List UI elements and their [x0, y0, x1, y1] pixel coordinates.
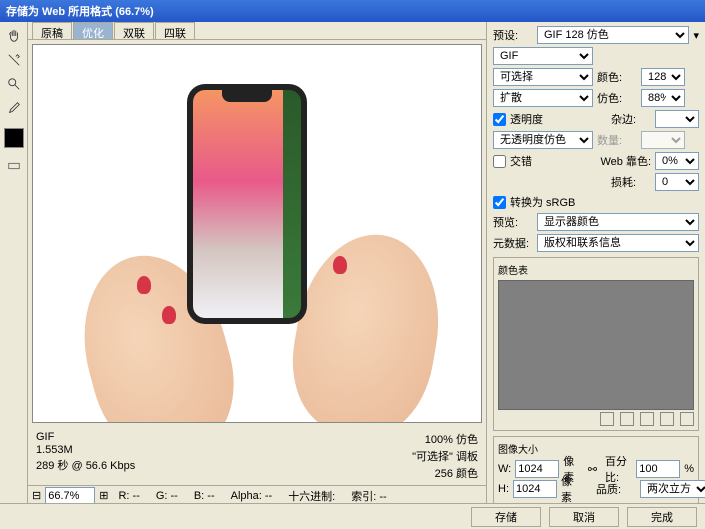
status-alpha: Alpha: --: [231, 490, 273, 502]
dither-val-select[interactable]: 88%: [641, 89, 685, 107]
zoom-tool-icon[interactable]: [4, 74, 24, 94]
quality-select[interactable]: 两次立方: [640, 480, 705, 498]
toggle-icon[interactable]: [4, 156, 24, 176]
image-info: GIF 1.553M 289 秒 @ 56.6 Kbps 100% 仿色 "可选…: [28, 427, 486, 485]
link-icon[interactable]: ⚯: [588, 463, 597, 476]
loss-select[interactable]: 0: [655, 173, 699, 191]
transparency-checkbox[interactable]: [493, 113, 506, 126]
quality-label: 品质:: [596, 481, 636, 497]
trans-dither-select[interactable]: 无透明度仿色: [493, 131, 593, 149]
zoom-input[interactable]: [45, 487, 95, 505]
meta-select[interactable]: 版权和联系信息: [537, 234, 699, 252]
tab-original[interactable]: 原稿: [32, 22, 72, 39]
dialog-footer: 存储 取消 完成: [0, 503, 705, 529]
matte-label: 杂边:: [611, 111, 651, 127]
loss-label: 损耗:: [611, 174, 651, 190]
pct-unit: %: [684, 463, 694, 475]
meta-label: 元数据:: [493, 235, 533, 251]
colortable-section: 颜色表: [493, 257, 699, 431]
status-g: G: --: [156, 490, 178, 502]
h-label: H:: [498, 483, 509, 495]
format-select[interactable]: GIF: [493, 47, 593, 65]
color-select[interactable]: 128: [641, 68, 685, 86]
ct-icon-1[interactable]: [600, 412, 614, 426]
hand-tool-icon[interactable]: [4, 26, 24, 46]
info-size: 1.553M: [36, 444, 135, 456]
info-time: 289 秒 @ 56.6 Kbps: [36, 457, 135, 473]
color-swatch[interactable]: [4, 128, 24, 148]
dither-select[interactable]: 扩散: [493, 89, 593, 107]
palette-select[interactable]: 可选择: [493, 68, 593, 86]
tab-2up[interactable]: 双联: [114, 22, 154, 39]
transparency-label: 透明度: [510, 111, 607, 127]
status-r: R: --: [118, 490, 139, 502]
width-input[interactable]: [515, 460, 559, 478]
status-b: B: --: [194, 490, 215, 502]
web-label: Web 靠色:: [600, 153, 651, 169]
ct-icon-2[interactable]: [620, 412, 634, 426]
percent-input[interactable]: [636, 460, 680, 478]
amount-select: [641, 131, 685, 149]
info-quality: 100% 仿色: [412, 431, 478, 447]
height-input[interactable]: [513, 480, 557, 498]
dither-label: 仿色:: [597, 90, 637, 106]
preview-tabs: 原稿 优化 双联 四联: [28, 22, 486, 40]
eyedropper-tool-icon[interactable]: [4, 98, 24, 118]
imagesize-section: 图像大小 W: 像素 ⚯ 百分比: % H: 像素 品质: 两次立方: [493, 436, 699, 504]
trash-icon[interactable]: [680, 412, 694, 426]
px-label-2: 像素: [561, 473, 572, 505]
ct-icon-3[interactable]: [640, 412, 654, 426]
color-label: 颜色:: [597, 69, 637, 85]
preview-image: [107, 54, 407, 414]
ct-icon-4[interactable]: [660, 412, 674, 426]
imagesize-label: 图像大小: [498, 441, 694, 456]
interlace-label: 交错: [510, 153, 596, 169]
tab-4up[interactable]: 四联: [155, 22, 195, 39]
srgb-label: 转换为 sRGB: [510, 194, 575, 210]
preview-canvas[interactable]: [32, 44, 482, 423]
info-format: GIF: [36, 431, 135, 443]
colortable-label: 颜色表: [498, 262, 694, 277]
preset-label: 预设:: [493, 27, 533, 43]
status-bar: ⊟ ⊞ R: -- G: -- B: -- Alpha: -- 十六进制: 索引…: [28, 485, 486, 505]
interlace-checkbox[interactable]: [493, 155, 506, 168]
zoom-out-icon[interactable]: ⊟: [32, 489, 41, 502]
zoom-in-icon[interactable]: ⊞: [99, 489, 108, 502]
slice-tool-icon[interactable]: [4, 50, 24, 70]
status-hex: 十六进制:: [288, 488, 335, 504]
preset-select[interactable]: GIF 128 仿色: [537, 26, 689, 44]
tab-optimized[interactable]: 优化: [73, 22, 113, 39]
amount-label: 数量:: [597, 132, 637, 148]
done-button[interactable]: 完成: [627, 507, 697, 527]
preview-label: 预览:: [493, 214, 533, 230]
w-label: W:: [498, 463, 511, 475]
preset-menu-icon[interactable]: ▾: [693, 29, 699, 42]
srgb-checkbox[interactable]: [493, 196, 506, 209]
status-index: 索引: --: [351, 488, 386, 504]
preview-select[interactable]: 显示器颜色: [537, 213, 699, 231]
settings-panel: 预设: GIF 128 仿色 ▾ GIF 可选择 颜色: 128 扩散 仿色: …: [487, 22, 705, 529]
web-select[interactable]: 0%: [655, 152, 699, 170]
cancel-button[interactable]: 取消: [549, 507, 619, 527]
save-button[interactable]: 存储: [471, 507, 541, 527]
window-titlebar: 存储为 Web 所用格式 (66.7%): [0, 0, 705, 22]
matte-select[interactable]: [655, 110, 699, 128]
info-palette: "可选择" 调板: [412, 448, 478, 464]
colortable[interactable]: [498, 280, 694, 410]
info-colors: 256 颜色: [412, 465, 478, 481]
toolbar: [0, 22, 28, 529]
window-title: 存储为 Web 所用格式 (66.7%): [6, 3, 154, 19]
